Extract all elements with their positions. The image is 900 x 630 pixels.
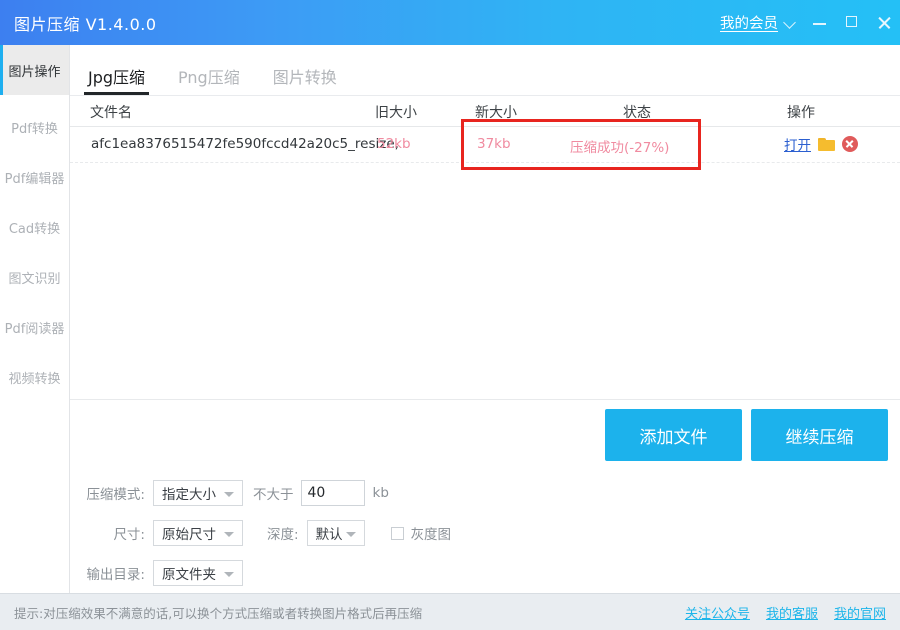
footer-link-wechat[interactable]: 关注公众号 <box>685 603 750 622</box>
dimension-value: 原始尺寸 <box>162 527 216 543</box>
add-file-button[interactable]: 添加文件 <box>605 409 742 461</box>
cell-operations: 打开 <box>784 134 858 154</box>
content-divider <box>70 399 900 400</box>
sidebar-item-image-ops[interactable]: 图片操作 <box>0 45 69 95</box>
sidebar-item-cad-convert[interactable]: Cad转换 <box>0 202 69 252</box>
grayscale-checkbox[interactable]: 灰度图 <box>390 523 452 543</box>
sidebar-item-label: Cad转换 <box>8 221 61 237</box>
output-dir-select[interactable]: 原文件夹 <box>153 560 243 586</box>
output-dir-value: 原文件夹 <box>162 567 216 583</box>
window-controls: 我的会员 <box>720 0 900 45</box>
sidebar-item-label: Pdf转换 <box>11 121 58 137</box>
my-membership-link[interactable]: 我的会员 <box>720 12 778 33</box>
settings-panel: 压缩模式: 指定大小 不大于 kb 尺寸: 原始尺寸 深度: 默认 灰度图 <box>70 478 900 598</box>
sidebar-item-pdf-convert[interactable]: Pdf转换 <box>0 102 69 152</box>
sidebar-item-label: 图片操作 <box>8 64 61 80</box>
title-bar: 图片压缩 V1.4.0.0 我的会员 <box>0 0 900 45</box>
chevron-down-icon <box>224 532 234 537</box>
table-row: afc1ea8376515472fe590fccd42a20c5_resize,… <box>70 127 900 163</box>
compress-mode-label: 压缩模式: <box>86 487 145 503</box>
close-icon[interactable] <box>868 0 900 45</box>
footer-link-support[interactable]: 我的客服 <box>766 603 818 622</box>
footer-link-website[interactable]: 我的官网 <box>834 603 886 622</box>
dimension-select[interactable]: 原始尺寸 <box>153 520 243 546</box>
depth-label: 深度: <box>267 527 299 543</box>
cell-old-size: 52kb <box>377 136 411 152</box>
sidebar-item-pdf-editor[interactable]: Pdf编辑器 <box>0 152 69 202</box>
column-header-new-size: 新大小 <box>475 105 517 121</box>
column-header-filename: 文件名 <box>90 105 132 121</box>
sidebar: 图片操作 Pdf转换 Pdf编辑器 Cad转换 图文识别 Pdf阅读器 视频转换 <box>0 45 70 593</box>
depth-select[interactable]: 默认 <box>306 520 365 546</box>
column-header-status: 状态 <box>623 105 651 121</box>
chevron-down-icon <box>224 492 234 497</box>
sidebar-item-label: Pdf编辑器 <box>4 171 65 187</box>
settings-row-dimension: 尺寸: 原始尺寸 深度: 默认 灰度图 <box>70 518 900 548</box>
settings-row-output: 输出目录: 原文件夹 <box>70 558 900 588</box>
continue-compress-button[interactable]: 继续压缩 <box>751 409 888 461</box>
folder-icon[interactable] <box>818 137 835 151</box>
compress-mode-select[interactable]: 指定大小 <box>153 480 243 506</box>
compress-mode-value: 指定大小 <box>162 487 216 503</box>
chevron-down-icon <box>224 572 234 577</box>
output-dir-label: 输出目录: <box>86 567 145 583</box>
dimension-label: 尺寸: <box>113 527 145 543</box>
cell-new-size: 37kb <box>477 136 511 152</box>
limit-label: 不大于 <box>253 487 294 503</box>
footer-bar: 提示:对压缩效果不满意的话,可以换个方式压缩或者转换图片格式后再压缩 关注公众号… <box>0 593 900 630</box>
delete-circle-icon[interactable] <box>842 136 858 152</box>
sidebar-item-video-convert[interactable]: 视频转换 <box>0 352 69 402</box>
tab-label: Png压缩 <box>178 68 240 87</box>
app-title: 图片压缩 V1.4.0.0 <box>14 14 157 34</box>
sidebar-item-label: Pdf阅读器 <box>4 321 65 337</box>
maximize-icon[interactable] <box>836 0 868 45</box>
action-button-row: 添加文件 继续压缩 <box>605 409 888 461</box>
chevron-down-icon <box>345 532 356 537</box>
checkbox-box-icon <box>390 526 404 540</box>
open-file-link[interactable]: 打开 <box>784 134 811 154</box>
column-header-operation: 操作 <box>787 105 815 121</box>
footer-tip-text: 提示:对压缩效果不满意的话,可以换个方式压缩或者转换图片格式后再压缩 <box>14 605 423 621</box>
sidebar-item-ocr[interactable]: 图文识别 <box>0 252 69 302</box>
chevron-down-icon[interactable] <box>778 0 804 45</box>
limit-unit-label: kb <box>372 485 389 501</box>
tab-jpg-compress[interactable]: Jpg压缩 <box>83 64 150 95</box>
sidebar-item-pdf-reader[interactable]: Pdf阅读器 <box>0 302 69 352</box>
file-table-header: 文件名 旧大小 新大小 状态 操作 <box>70 96 900 127</box>
grayscale-label: 灰度图 <box>410 527 452 543</box>
column-header-old-size: 旧大小 <box>375 105 417 121</box>
cell-status: 压缩成功(-27%) <box>570 140 670 156</box>
tab-label: 图片转换 <box>272 68 337 87</box>
footer-links: 关注公众号 我的客服 我的官网 <box>685 603 886 622</box>
sidebar-item-label: 视频转换 <box>8 371 61 387</box>
settings-row-mode: 压缩模式: 指定大小 不大于 kb <box>70 478 900 508</box>
minimize-icon[interactable] <box>804 0 836 45</box>
size-limit-input[interactable] <box>300 480 365 506</box>
sidebar-item-label: 图文识别 <box>8 271 61 287</box>
tab-label: Jpg压缩 <box>88 68 146 87</box>
cell-filename: afc1ea8376515472fe590fccd42a20c5_resize, <box>91 136 399 152</box>
tab-bar: Jpg压缩 Png压缩 图片转换 <box>70 45 900 96</box>
depth-value: 默认 <box>315 527 343 543</box>
tab-png-compress[interactable]: Png压缩 <box>178 64 240 95</box>
tab-image-convert[interactable]: 图片转换 <box>273 64 337 95</box>
app-window: 图片压缩 V1.4.0.0 我的会员 图片操作 Pdf转换 Pdf编辑器 Cad… <box>0 0 900 630</box>
